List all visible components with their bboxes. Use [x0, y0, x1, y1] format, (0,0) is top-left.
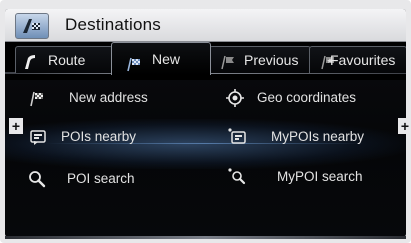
crosshair-icon	[225, 88, 245, 108]
poi-nearby-icon	[29, 127, 49, 147]
title-bar: Destinations	[5, 9, 406, 42]
mypoi-search-icon	[227, 167, 247, 187]
bottom-bezel-line	[5, 236, 406, 239]
tab-route-label: Route	[48, 52, 86, 68]
menu-item-label: Geo coordinates	[257, 90, 357, 105]
tab-favourites-label: Favourites	[330, 52, 396, 68]
page-title: Destinations	[65, 15, 161, 34]
menu-item-label: MyPOI search	[277, 169, 363, 184]
tab-favourites[interactable]: Favourites	[309, 46, 406, 73]
checkered-flag-icon	[27, 88, 47, 108]
menu-item-poi-search[interactable]: POI search	[23, 165, 203, 193]
tab-route[interactable]: Route	[15, 46, 113, 73]
route-icon	[24, 52, 36, 78]
nav-screen: Destinations Route New Previous Favourit…	[5, 9, 406, 237]
previous-flag-icon	[220, 52, 236, 78]
right-expand-button[interactable]: +	[398, 118, 411, 134]
menu-item-label: POI search	[67, 171, 135, 186]
navigation-flag-icon[interactable]	[15, 13, 49, 39]
menu-item-label: POIs nearby	[61, 129, 137, 144]
tab-new[interactable]: New	[111, 42, 211, 75]
mypoi-nearby-icon	[227, 127, 247, 147]
tab-bar: Route New Previous Favourites	[5, 42, 406, 80]
tab-previous-label: Previous	[244, 52, 299, 68]
tab-previous[interactable]: Previous	[209, 46, 311, 73]
menu-item-mypoi-search[interactable]: MyPOI search	[221, 163, 401, 191]
menu-item-label: New address	[69, 90, 148, 105]
menu-item-pois-nearby[interactable]: POIs nearby	[23, 123, 203, 151]
menu-item-label: MyPOIs nearby	[271, 129, 365, 144]
tab-new-label: New	[152, 51, 181, 67]
search-icon	[27, 169, 47, 189]
checkered-flag-icon	[126, 51, 142, 83]
left-expand-button[interactable]: +	[9, 118, 23, 134]
menu-item-geo-coordinates[interactable]: Geo coordinates	[221, 84, 401, 112]
menu-item-mypois-nearby[interactable]: MyPOIs nearby	[221, 123, 401, 151]
menu-item-new-address[interactable]: New address	[23, 84, 203, 112]
